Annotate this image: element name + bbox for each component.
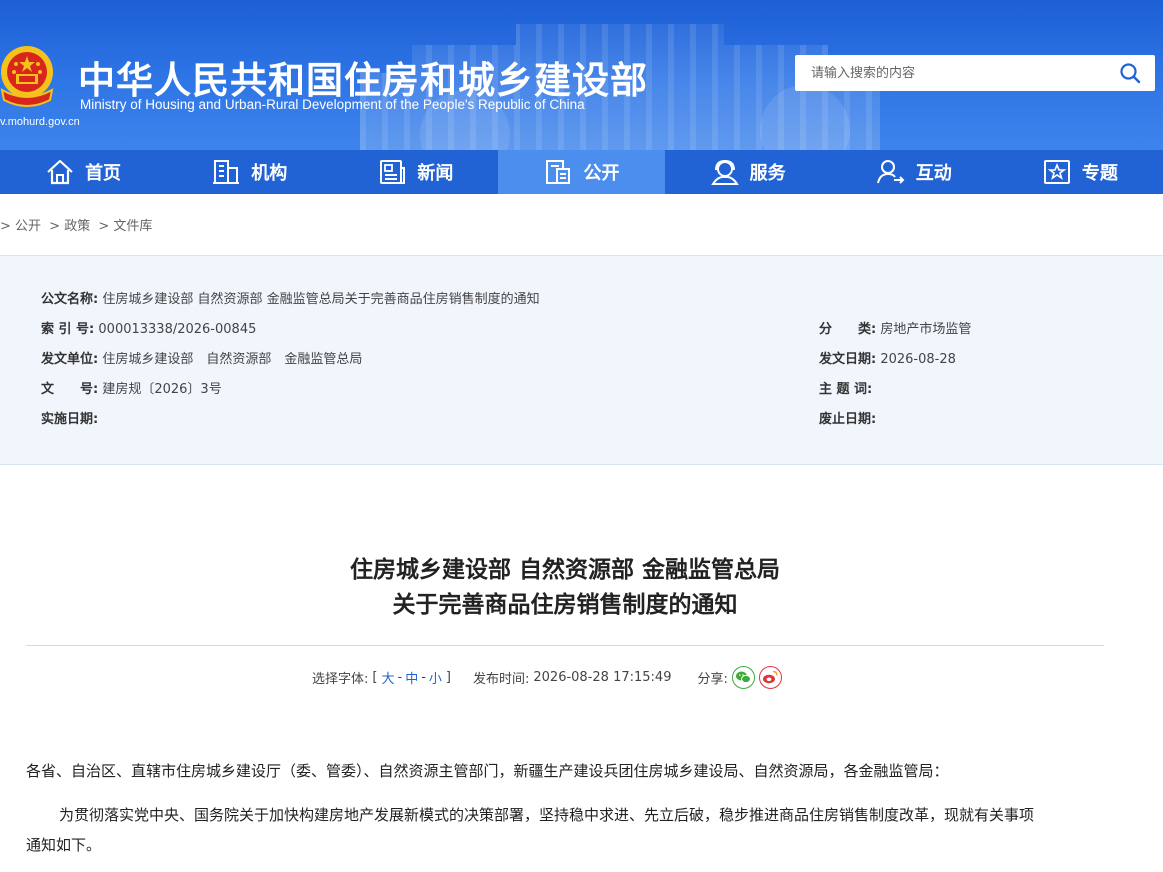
- nav-item-label: 服务: [749, 163, 786, 184]
- home-icon: [47, 159, 73, 185]
- search-input[interactable]: [795, 55, 1105, 91]
- site-domain: v.mohurd.gov.cn: [0, 116, 80, 128]
- wechat-share-icon[interactable]: [731, 665, 755, 689]
- meta-doc-number: 文 号: 建房规〔2026〕3号: [41, 378, 222, 397]
- nav-item-topic[interactable]: 专题: [997, 150, 1163, 194]
- bracket-open: [: [372, 669, 378, 685]
- national-emblem-icon[interactable]: [0, 42, 58, 112]
- article-title-line2: 关于完善商品住房销售制度的通知: [392, 592, 738, 618]
- meta-index-number: 索 引 号: 000013338/2026-00845: [41, 318, 256, 337]
- news-icon: [380, 160, 406, 184]
- meta-label: 发文日期:: [819, 352, 877, 367]
- meta-label: 分 类:: [819, 322, 877, 337]
- meta-label: 实施日期:: [41, 412, 99, 427]
- search-box: [795, 55, 1155, 91]
- meta-doc-name: 公文名称: 住房城乡建设部 自然资源部 金融监管总局关于完善商品住房销售制度的通…: [41, 288, 540, 307]
- meta-effective-date: 实施日期:: [41, 408, 98, 427]
- main-nav: 首页 机构 新闻 公开 服务 互动 专题: [0, 150, 1163, 194]
- meta-issue-date: 发文日期: 2026-08-28: [819, 348, 956, 367]
- document-meta-panel: 公文名称: 住房城乡建设部 自然资源部 金融监管总局关于完善商品住房销售制度的通…: [0, 255, 1163, 465]
- publish-time-label: 发布时间:: [473, 671, 530, 687]
- share-label: 分享:: [697, 671, 728, 687]
- article-title-line1: 住房城乡建设部 自然资源部 金融监管总局: [349, 557, 780, 583]
- service-icon: [710, 159, 739, 185]
- breadcrumb-item-policy[interactable]: > 政策: [49, 219, 90, 234]
- meta-label: 公文名称:: [41, 292, 99, 307]
- document-icon: [546, 160, 571, 184]
- meta-label: 发文单位:: [41, 352, 99, 367]
- interact-icon: [876, 160, 905, 184]
- nav-item-label: 互动: [915, 163, 952, 184]
- font-size-small-link[interactable]: 小: [429, 668, 442, 687]
- meta-abolish-date: 废止日期:: [819, 408, 876, 427]
- title-divider: [26, 645, 1104, 646]
- site-subtitle: Ministry of Housing and Urban-Rural Deve…: [80, 97, 585, 112]
- search-icon[interactable]: [1119, 62, 1141, 84]
- site-header: 中华人民共和国住房和城乡建设部 Ministry of Housing and …: [0, 0, 1163, 150]
- meta-label: 主 题 词:: [819, 382, 873, 397]
- nav-item-interact[interactable]: 互动: [831, 150, 997, 194]
- meta-label: 文 号:: [41, 382, 99, 397]
- nav-item-service[interactable]: 服务: [665, 150, 831, 194]
- meta-value: 建房规〔2026〕3号: [102, 382, 222, 397]
- meta-label: 废止日期:: [819, 412, 877, 427]
- bracket-close: ]: [445, 669, 451, 685]
- article-salutation: 各省、自治区、直辖市住房城乡建设厅（委、管委）、自然资源主管部门，新疆生产建设兵…: [26, 762, 949, 780]
- publish-time: 2026-08-28 17:15:49: [533, 669, 672, 685]
- meta-keywords: 主 题 词:: [819, 378, 872, 397]
- font-size-separator: -: [397, 669, 403, 685]
- nav-item-organization[interactable]: 机构: [166, 150, 332, 194]
- font-size-label: 选择字体:: [312, 671, 369, 687]
- building-icon: [213, 160, 240, 184]
- nav-item-label: 公开: [583, 163, 620, 184]
- breadcrumb-item-public[interactable]: > 公开: [0, 219, 41, 234]
- meta-value: 2026-08-28: [880, 352, 956, 367]
- topic-icon: [1043, 160, 1070, 184]
- font-size-large-link[interactable]: 大: [381, 668, 394, 687]
- nav-item-label: 新闻: [417, 163, 454, 184]
- meta-value: 000013338/2026-00845: [98, 322, 257, 337]
- nav-item-public[interactable]: 公开: [498, 150, 665, 194]
- article-paragraph-line: 通知如下。: [26, 836, 102, 854]
- article-info-bar: 选择字体: [ 大 - 中 - 小 ] 发布时间: 2026-08-28 17:…: [312, 665, 782, 689]
- meta-category: 分 类: 房地产市场监管: [819, 318, 971, 337]
- font-size-medium-link[interactable]: 中: [405, 668, 418, 687]
- nav-item-label: 专题: [1081, 163, 1118, 184]
- article-paragraph-line: 为贯彻落实党中央、国务院关于加快构建房地产发展新模式的决策部署，坚持稳中求进、先…: [59, 806, 1035, 824]
- nav-item-news[interactable]: 新闻: [332, 150, 498, 194]
- meta-label: 索 引 号:: [41, 322, 95, 337]
- font-size-separator: -: [421, 669, 426, 685]
- meta-issuer: 发文单位: 住房城乡建设部 自然资源部 金融监管总局: [41, 348, 362, 367]
- nav-item-home[interactable]: 首页: [0, 150, 166, 194]
- breadcrumb: > 公开 > 政策 > 文件库: [0, 215, 156, 234]
- nav-item-label: 首页: [85, 163, 122, 184]
- site-title: 中华人民共和国住房和城乡建设部: [78, 59, 648, 102]
- meta-value: 住房城乡建设部 自然资源部 金融监管总局关于完善商品住房销售制度的通知: [102, 292, 540, 307]
- weibo-share-icon[interactable]: [758, 665, 782, 689]
- nav-item-label: 机构: [251, 163, 288, 184]
- meta-value: 住房城乡建设部 自然资源部 金融监管总局: [102, 352, 363, 367]
- meta-value: 房地产市场监管: [880, 322, 972, 337]
- breadcrumb-item-library[interactable]: > 文件库: [98, 219, 152, 234]
